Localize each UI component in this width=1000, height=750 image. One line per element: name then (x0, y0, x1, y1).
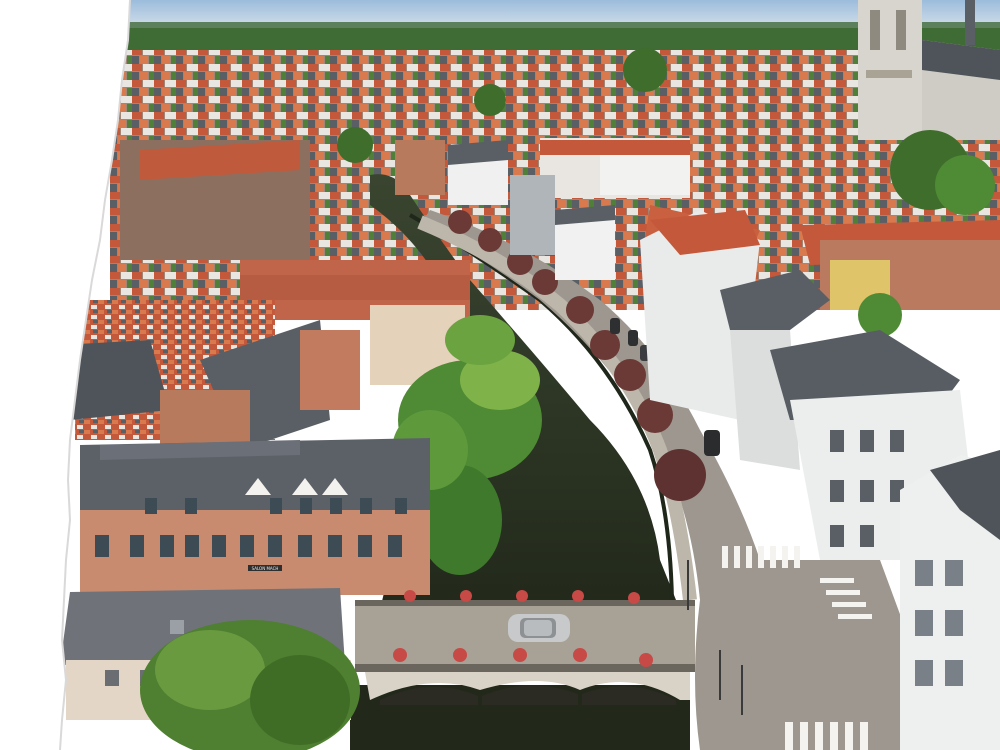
aerial-photo: SALON MACH (0, 0, 1000, 750)
silver-car (508, 614, 570, 642)
brick-mansion: SALON MACH (80, 438, 430, 595)
shop-sign: SALON MACH (252, 566, 279, 571)
